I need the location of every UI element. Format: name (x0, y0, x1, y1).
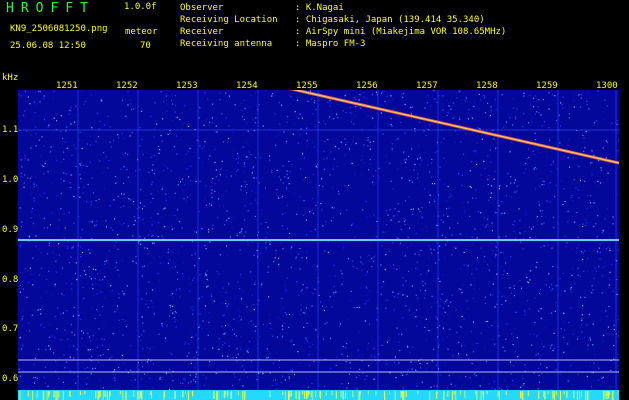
info-label: Receiving antenna (180, 39, 273, 49)
info-value: K.Nagai (305, 3, 344, 13)
file-name: KN9_2506081250.png (10, 24, 108, 34)
freq-tick: 0.7 (2, 324, 19, 334)
info-value: Maspro FM-3 (305, 39, 366, 49)
info-value: AirSpy mini (Miakejima VOR 108.65MHz) (305, 27, 507, 37)
freq-tick: 0.6 (2, 374, 19, 384)
freq-tick: 0.9 (2, 225, 19, 235)
date-time: 25.06.08 12:50 (10, 41, 86, 51)
freq-tick: 0.8 (2, 275, 19, 285)
info-receiver: Receiver: AirSpy mini (Miakejima VOR 108… (180, 27, 507, 37)
count-value: 70 (140, 41, 151, 51)
app-version: 1.0.0f (124, 2, 157, 12)
info-label: Observer (180, 3, 224, 13)
info-observer: Observer: K.Nagai (180, 3, 344, 13)
bottom-band (18, 390, 619, 400)
freq-tick: 1.1 (2, 125, 19, 135)
info-label: Receiving Location (180, 15, 278, 25)
count-label: meteor (125, 27, 158, 37)
unit-label: kHz (2, 73, 19, 83)
info-location: Receiving Location: Chigasaki, Japan (13… (180, 15, 485, 25)
info-label: Receiver (180, 27, 224, 37)
minute-grid (77, 90, 617, 400)
spectrogram-canvas (18, 90, 619, 400)
info-value: Chigasaki, Japan (139.414 35.340) (305, 15, 485, 25)
spectrogram (18, 90, 619, 400)
hrofft-window: HROFFT 1.0.0f KN9_2506081250.png meteor … (0, 0, 629, 400)
app-title: HROFFT (6, 1, 95, 16)
freq-tick: 1.0 (2, 175, 19, 185)
info-antenna: Receiving antenna: Maspro FM-3 (180, 39, 366, 49)
